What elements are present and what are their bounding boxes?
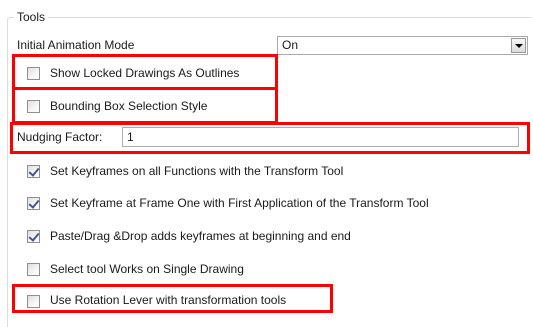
chevron-down-icon[interactable] [511,38,526,53]
paste-drag-drop-keyframes-checkbox[interactable] [27,230,40,243]
set-keyframes-all-functions-label: Set Keyframes on all Functions with the … [50,164,344,178]
set-keyframe-frame-one-checkbox[interactable] [27,197,40,210]
animation-mode-value: On [282,38,299,52]
tools-group-title: Tools [14,9,49,25]
set-keyframes-all-functions-checkbox[interactable] [27,165,40,178]
paste-drag-drop-keyframes-label: Paste/Drag &Drop adds keyframes at begin… [50,229,351,243]
animation-mode-select[interactable]: On [277,36,528,55]
select-tool-single-drawing-checkbox[interactable] [27,263,40,276]
highlight-box [12,87,278,124]
highlight-box [12,54,278,90]
set-keyframe-frame-one-label: Set Keyframe at Frame One with First App… [50,196,429,210]
animation-mode-label: Initial Animation Mode [17,38,135,52]
highlight-box [12,284,333,313]
highlight-box [10,122,530,154]
select-tool-single-drawing-label: Select tool Works on Single Drawing [50,262,244,276]
